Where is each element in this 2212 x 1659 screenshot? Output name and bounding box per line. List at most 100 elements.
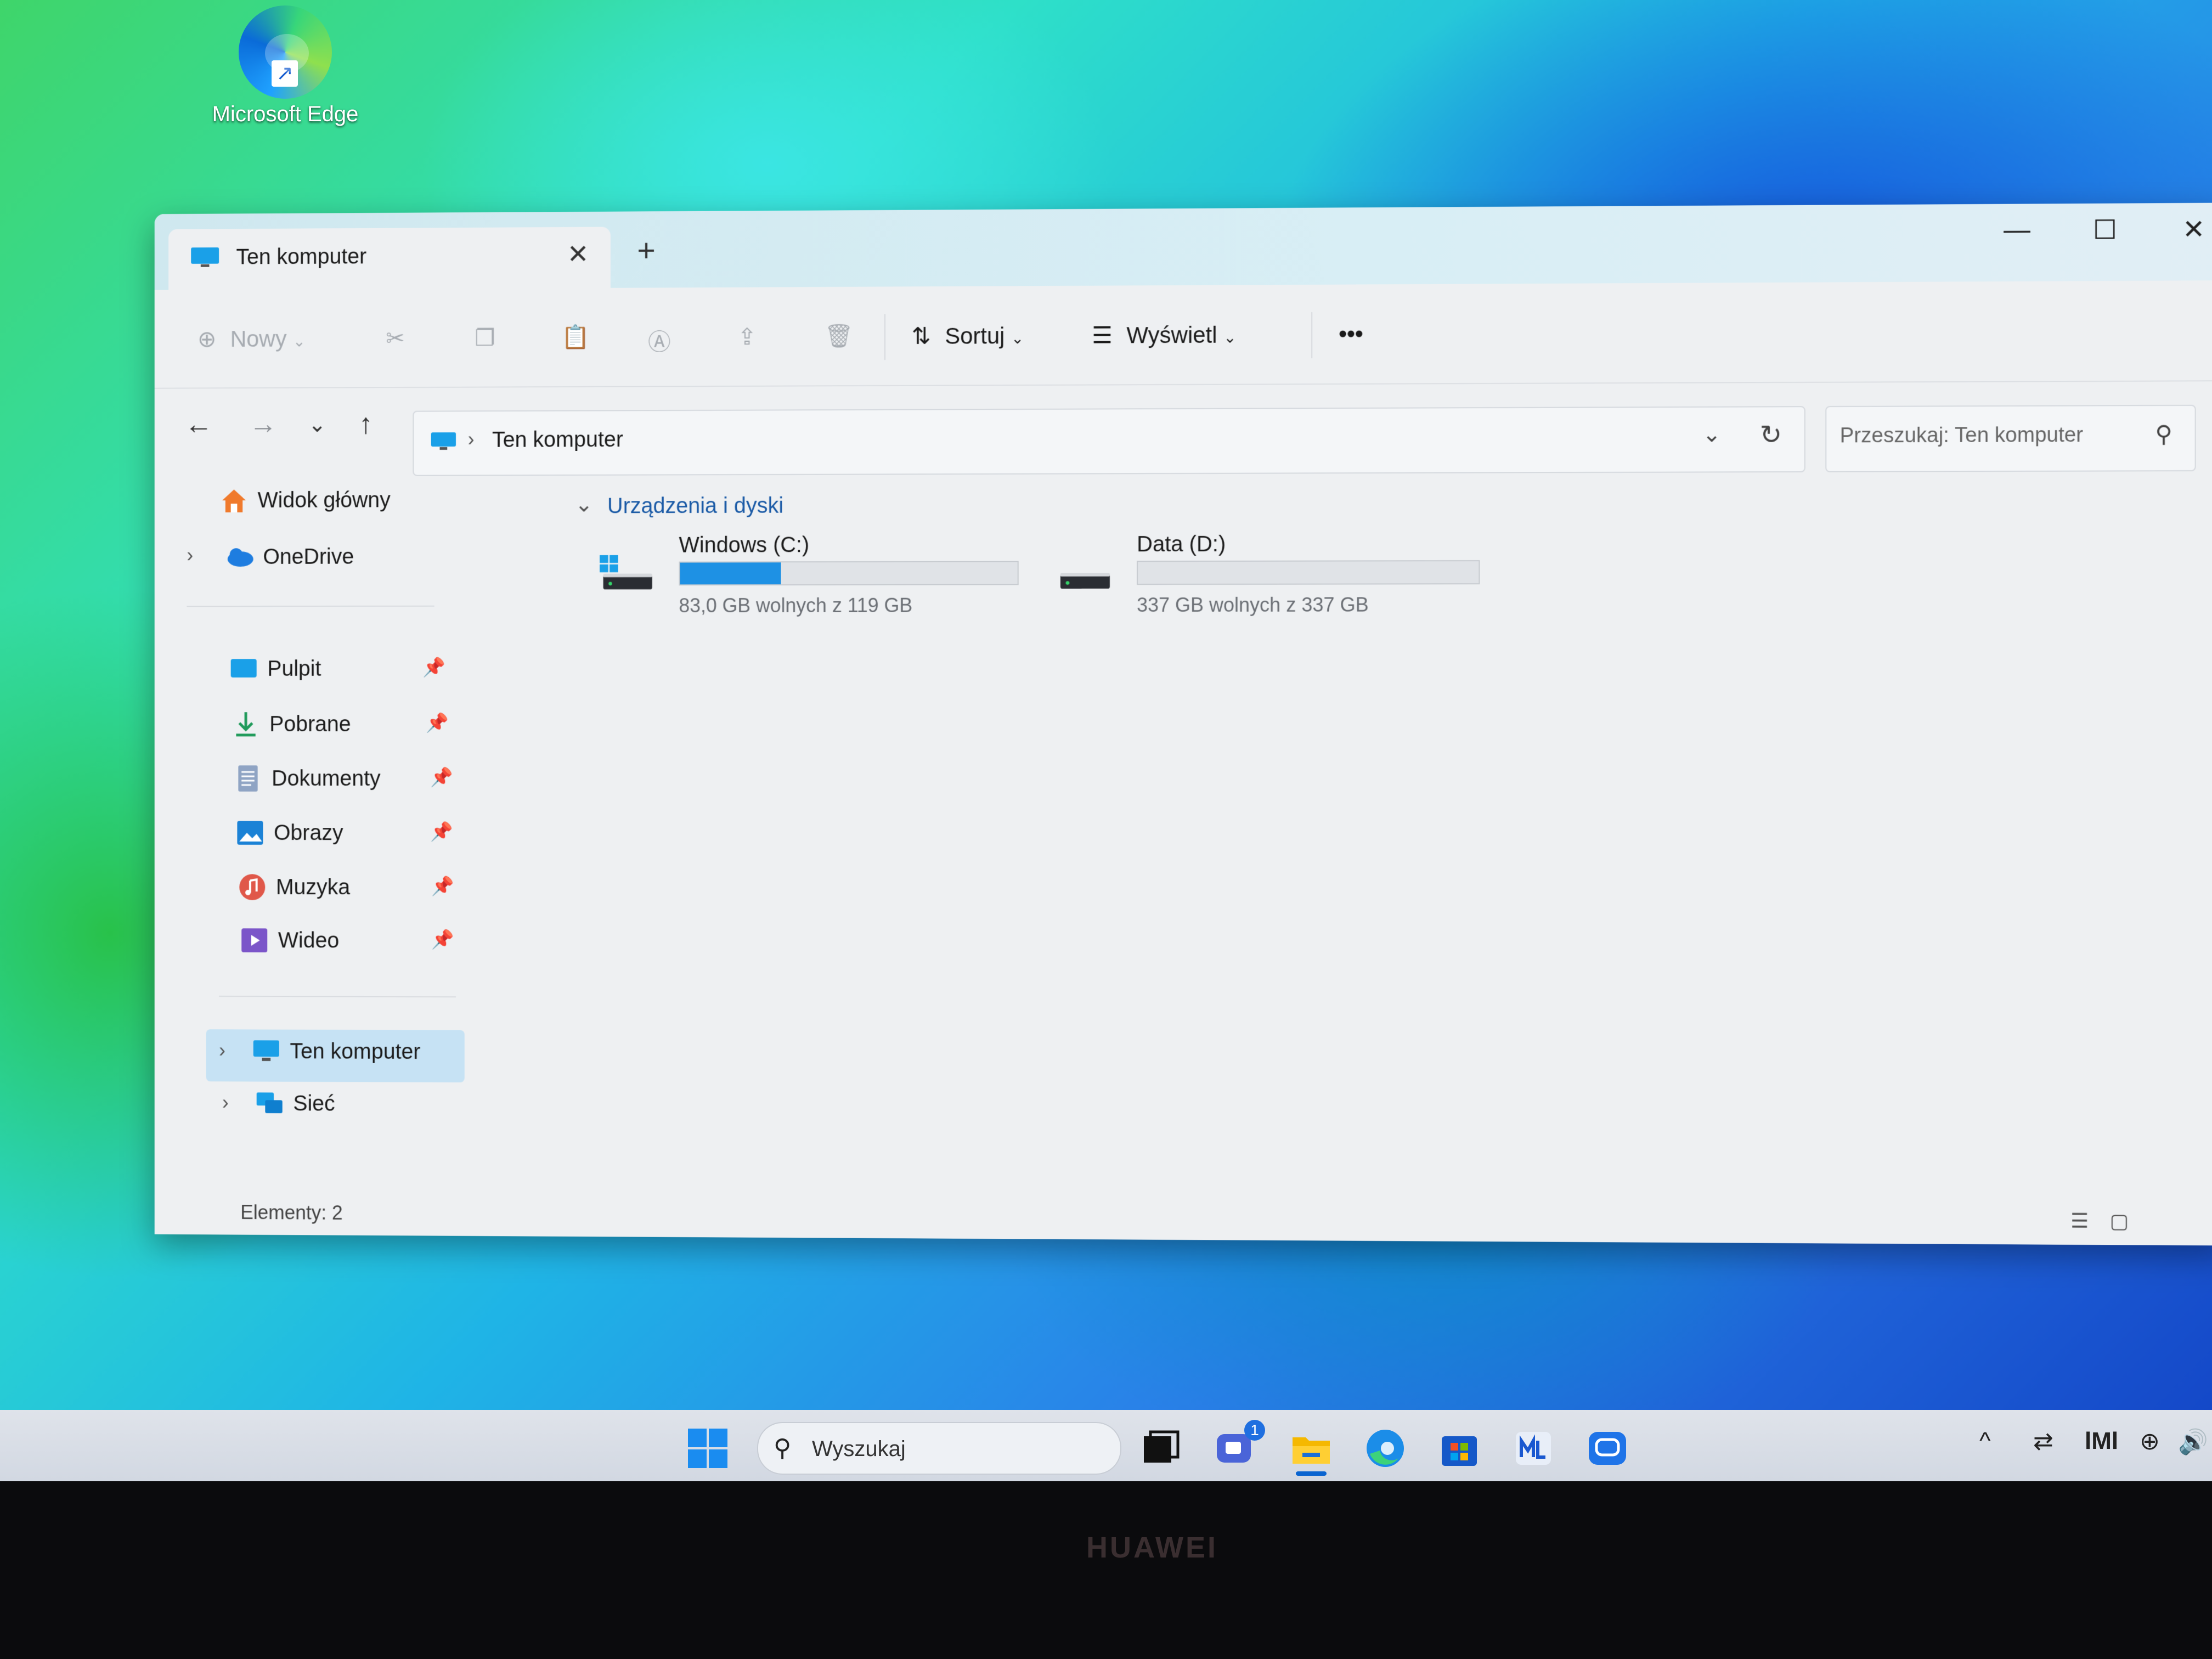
new-button[interactable]: ⊕ Nowy ⌄ — [198, 325, 306, 352]
desktop-icon-label: Microsoft Edge — [212, 102, 359, 126]
tab-ten-komputer[interactable]: Ten komputer ✕ — [168, 227, 611, 290]
sidebar-item-label: Widok główny — [257, 488, 391, 512]
forward-arrow-icon[interactable]: → — [249, 408, 277, 441]
recent-locations-chevron-icon[interactable]: ⌄ — [308, 412, 326, 437]
cloud-icon — [227, 548, 253, 567]
shortcut-arrow-icon: ↗ — [272, 60, 298, 87]
network-globe-icon[interactable]: ⊕ — [2140, 1427, 2160, 1455]
drive-free-space: 83,0 GB wolnych z 119 GB — [679, 594, 913, 617]
section-header[interactable]: ⌄ Urządzenia i dyski — [575, 480, 2171, 518]
view-button-label: Wyświetl — [1126, 321, 1217, 348]
sidebar-divider — [187, 605, 435, 607]
edge-icon[interactable] — [1363, 1426, 1407, 1470]
drive-name: Data (D:) — [1137, 532, 1226, 557]
huawei-share-icon[interactable] — [1585, 1426, 1629, 1470]
pin-icon[interactable]: 📌 — [431, 876, 454, 898]
navigation-bar: ← → ⌄ ↑ › Ten komputer ⌄ ↻ ⚲ — [155, 380, 2212, 476]
show-hidden-icons-chevron-icon[interactable]: ^ — [1979, 1427, 1991, 1455]
view-list-icon: ☰ — [1092, 322, 1113, 348]
file-explorer-window: Ten komputer ✕ + — ☐ ✕ ⊕ Nowy ⌄ ✂ ❐ 📋 Ⓐ … — [154, 202, 2212, 1246]
home-icon — [222, 489, 246, 512]
back-arrow-icon[interactable]: ← — [184, 408, 212, 441]
address-bar[interactable]: › Ten komputer ⌄ ↻ — [413, 406, 1805, 476]
rename-icon[interactable]: Ⓐ — [648, 324, 671, 357]
download-icon — [231, 709, 261, 739]
new-button-label: Nowy — [230, 325, 287, 352]
minimize-button[interactable]: — — [2004, 215, 2030, 246]
search-box[interactable]: ⚲ — [1825, 404, 2196, 472]
sidebar-item-label: Obrazy — [274, 821, 343, 845]
navigation-pane: Widok główny › OneDrive Pulpit 📌 Pobrane… — [187, 484, 564, 1193]
delete-icon[interactable]: 🗑 — [825, 323, 854, 350]
taskbar: ⚲ 1 ^ ⇄ lMl ⊕ 🔊 — [0, 1410, 2212, 1481]
copy-icon[interactable]: ❐ — [475, 324, 495, 351]
pin-icon[interactable]: 📌 — [430, 821, 453, 843]
drive-icon — [1060, 573, 1110, 589]
tiles-view-icon[interactable]: ▢ — [2110, 1210, 2129, 1233]
command-bar: ⊕ Nowy ⌄ ✂ ❐ 📋 Ⓐ ⇪ 🗑 ⇅ Sortuj ⌄ ☰ Wyświe… — [154, 280, 2212, 389]
search-icon[interactable]: ⚲ — [2155, 420, 2172, 448]
breadcrumb-chevron-icon: › — [467, 428, 475, 450]
expand-chevron-icon[interactable]: › — [187, 544, 193, 567]
item-count: Elementy: 2 — [240, 1201, 343, 1224]
taskbar-search-input[interactable] — [811, 1436, 1087, 1462]
more-options-button[interactable]: ••• — [1339, 321, 1363, 347]
drive-item-c[interactable]: Windows (C:) 83,0 GB wolnych z 119 GB — [586, 533, 1021, 642]
toolbar-divider — [1311, 312, 1313, 359]
view-button[interactable]: ☰ Wyświetl ⌄ — [1092, 321, 1237, 349]
sort-button-label: Sortuj — [945, 323, 1005, 349]
settings-sliders-icon[interactable]: ⇄ — [2033, 1427, 2053, 1455]
taskbar-search-box[interactable]: ⚲ — [757, 1422, 1121, 1475]
pin-icon[interactable]: 📌 — [422, 657, 445, 679]
store-icon[interactable] — [1437, 1426, 1481, 1470]
pin-icon[interactable]: 📌 — [431, 929, 454, 951]
start-icon[interactable] — [686, 1426, 730, 1470]
sidebar-item-label: Ten komputer — [290, 1039, 421, 1064]
section-title: Urządzenia i dyski — [607, 493, 784, 518]
sidebar-item-label: Wideo — [278, 928, 340, 953]
drive-free-space: 337 GB wolnych z 337 GB — [1137, 593, 1369, 617]
sidebar-item-label: Pulpit — [267, 657, 321, 681]
huawei-pc-manager-icon[interactable] — [1511, 1426, 1555, 1470]
up-arrow-icon[interactable]: ↑ — [359, 408, 373, 441]
file-explorer-icon[interactable] — [1289, 1426, 1333, 1470]
expand-chevron-icon[interactable]: › — [222, 1091, 229, 1114]
drive-item-d[interactable]: Data (D:) 337 GB wolnych z 337 GB — [1043, 532, 1482, 642]
edge-icon: ↗ — [239, 5, 332, 99]
new-tab-button[interactable]: + — [637, 232, 655, 269]
expand-chevron-icon[interactable]: › — [219, 1039, 225, 1062]
sidebar-item-label: Muzyka — [275, 875, 351, 900]
cut-icon[interactable]: ✂ — [386, 325, 405, 352]
pin-icon[interactable]: 📌 — [430, 766, 453, 788]
close-window-button[interactable]: ✕ — [2182, 214, 2205, 245]
device-brand-logo: HUAWEI — [1086, 1531, 1218, 1564]
pictures-icon — [237, 821, 263, 845]
share-icon[interactable]: ⇪ — [737, 323, 757, 350]
search-input[interactable] — [1838, 422, 2154, 449]
active-app-indicator — [1296, 1471, 1327, 1476]
sidebar-item-label: Sieć — [293, 1091, 335, 1116]
music-icon — [239, 874, 266, 900]
desktop-shortcut-edge[interactable]: ↗ Microsoft Edge — [198, 5, 373, 127]
task-view-icon[interactable] — [1138, 1426, 1182, 1470]
paste-icon[interactable]: 📋 — [561, 324, 590, 351]
collapse-chevron-icon: ⌄ — [574, 492, 593, 517]
desktop-folder-icon — [230, 659, 257, 678]
sort-icon: ⇅ — [911, 323, 931, 349]
computer-icon — [253, 1040, 279, 1062]
sidebar-item-label: Dokumenty — [272, 766, 381, 791]
volume-icon[interactable]: 🔊 — [2178, 1427, 2208, 1456]
title-bar: Ten komputer ✕ + — ☐ ✕ — [154, 202, 2212, 290]
close-tab-button[interactable]: ✕ — [567, 239, 589, 270]
pin-icon[interactable]: 📌 — [426, 712, 449, 734]
refresh-icon[interactable]: ↻ — [1760, 419, 1782, 450]
toolbar-divider — [884, 314, 886, 360]
sort-button[interactable]: ⇅ Sortuj ⌄ — [912, 322, 1024, 349]
details-view-icon[interactable]: ☰ — [2070, 1209, 2089, 1233]
drive-usage-fill — [680, 562, 781, 585]
breadcrumb-current[interactable]: Ten komputer — [492, 427, 623, 452]
huawei-pc-manager-tray-icon[interactable]: lMl — [2085, 1427, 2118, 1455]
content-area: ⌄ Urządzenia i dyski Windows (C:) 83,0 G… — [575, 480, 2171, 1201]
maximize-button[interactable]: ☐ — [2093, 215, 2117, 246]
address-dropdown-chevron-icon[interactable]: ⌄ — [1702, 422, 1721, 447]
